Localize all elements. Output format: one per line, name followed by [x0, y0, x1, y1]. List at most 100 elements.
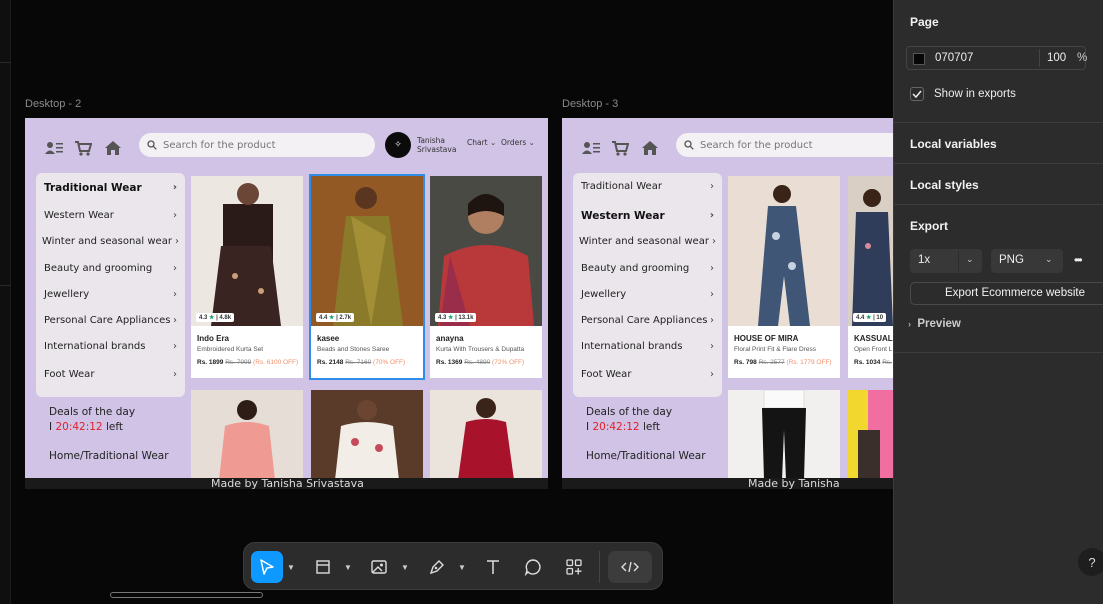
chevron-down-icon: ⌄	[966, 254, 974, 264]
product-image	[728, 176, 840, 326]
product-image[interactable]	[848, 390, 893, 480]
image-icon	[371, 560, 387, 574]
home-icon[interactable]	[104, 140, 122, 156]
product-card[interactable]: 4.4 ★ | 10 KASSUALLY Open Front L Rs. 10…	[848, 176, 893, 378]
category-item[interactable]: Western Wear ›	[44, 210, 177, 221]
cart-icon[interactable]	[74, 140, 92, 156]
search-input[interactable]	[700, 139, 893, 151]
product-brand: KASSUALLY	[854, 334, 893, 343]
frame-tool[interactable]	[307, 551, 339, 583]
image-tool[interactable]	[363, 551, 395, 583]
breadcrumb[interactable]: Home/Traditional Wear	[49, 450, 169, 462]
category-item[interactable]: International brands ›	[44, 341, 177, 352]
search-bar[interactable]	[139, 133, 375, 157]
product-card[interactable]: 4.3 ★ | 13.1k anayna Kurta With Trousers…	[430, 176, 542, 378]
local-variables[interactable]: Local variables	[910, 137, 997, 151]
breadcrumb[interactable]: Home/Traditional Wear	[586, 450, 706, 462]
chevron-right-icon: ›	[712, 236, 716, 247]
product-price: Rs. 798 Rs. 2577 (Rs. 1779 OFF)	[734, 359, 832, 366]
chevron-down-icon[interactable]: ▼	[401, 563, 409, 572]
chart-menu[interactable]: Chart ⌄	[467, 138, 496, 147]
category-item[interactable]: Foot Wear ›	[581, 369, 714, 380]
color-hex[interactable]: 070707	[935, 52, 973, 64]
product-desc: Embroidered Kurta Set	[197, 346, 264, 353]
category-item[interactable]: Foot Wear ›	[44, 369, 177, 380]
deals-of-the-day: Deals of the day I 20:42:12 left	[49, 406, 136, 433]
category-item[interactable]: Winter and seasonal wear ›	[42, 236, 179, 247]
frame-desktop-2[interactable]: ✧ Tanisha Srivastava Chart ⌄ Orders ⌄ Tr…	[25, 118, 548, 489]
show-in-exports-label: Show in exports	[934, 88, 1016, 100]
product-image	[311, 176, 423, 326]
text-tool[interactable]	[477, 551, 509, 583]
category-item[interactable]: Jewellery ›	[581, 289, 714, 300]
orders-menu[interactable]: Orders ⌄	[501, 138, 535, 147]
product-image	[430, 176, 542, 326]
product-card[interactable]: HOUSE OF MIRA Floral Print Fit & Flare D…	[728, 176, 840, 378]
resources-tool[interactable]	[558, 551, 590, 583]
dev-mode-toggle[interactable]	[608, 551, 652, 583]
chevron-right-icon: ›	[173, 369, 177, 380]
category-item[interactable]: Traditional Wear ›	[44, 182, 177, 194]
user-list-icon[interactable]	[45, 140, 63, 156]
more-options-icon[interactable]: •••	[1074, 253, 1082, 267]
chevron-down-icon: ⌄	[1045, 254, 1053, 264]
product-image	[191, 176, 303, 326]
export-scale-select[interactable]: 1x ⌄	[910, 249, 982, 273]
user-list-icon[interactable]	[582, 140, 600, 156]
search-bar[interactable]	[676, 133, 893, 157]
deals-of-the-day: Deals of the day I 20:42:12 left	[586, 406, 673, 433]
export-section-title: Export	[910, 219, 949, 233]
chevron-right-icon: ›	[710, 315, 714, 326]
rating-badge: 4.3 ★ | 13.1k	[435, 313, 477, 322]
design-canvas[interactable]: Desktop - 2 ✧ Tanisha Srivastava Chart ⌄…	[0, 0, 893, 604]
product-desc: Floral Print Fit & Flare Dress	[734, 346, 816, 353]
category-item[interactable]: Beauty and grooming ›	[44, 263, 177, 274]
chevron-down-icon[interactable]: ▼	[458, 563, 466, 572]
category-item[interactable]: Beauty and grooming ›	[581, 263, 714, 274]
category-item[interactable]: Traditional Wear ›	[581, 181, 714, 192]
category-item[interactable]: Personal Care Appliances ›	[44, 315, 177, 326]
category-item[interactable]: Personal Care Appliances ›	[581, 315, 714, 326]
avatar[interactable]: ✧	[385, 132, 411, 158]
frame-desktop-3[interactable]: Traditional Wear› Western Wear› Winter a…	[562, 118, 893, 489]
product-image[interactable]	[191, 390, 303, 480]
cart-icon[interactable]	[611, 140, 629, 156]
chevron-down-icon[interactable]: ▼	[287, 563, 295, 572]
category-item[interactable]: International brands ›	[581, 341, 714, 352]
pen-tool[interactable]	[421, 551, 453, 583]
local-styles[interactable]: Local styles	[910, 178, 979, 192]
product-image[interactable]	[430, 390, 542, 480]
chevron-down-icon[interactable]: ▼	[344, 563, 352, 572]
product-card[interactable]: 4.4 ★ | 2.7k kasee Beads and Stones Sare…	[309, 174, 425, 380]
help-button[interactable]: ?	[1078, 548, 1103, 576]
frame-label[interactable]: Desktop - 3	[562, 98, 618, 110]
export-format-select[interactable]: PNG ⌄	[991, 249, 1063, 273]
chevron-down-icon: ⌄	[528, 138, 535, 147]
product-brand: Indo Era	[197, 334, 230, 343]
product-card[interactable]: 4.3 ★ | 4.8k Indo Era Embroidered Kurta …	[191, 176, 303, 378]
export-button[interactable]: Export Ecommerce website	[910, 282, 1103, 305]
product-image[interactable]	[311, 390, 423, 480]
move-tool[interactable]	[251, 551, 283, 583]
chevron-right-icon: ›	[173, 315, 177, 326]
chevron-right-icon: ›	[709, 210, 714, 221]
horizontal-scrollbar[interactable]	[110, 592, 263, 598]
category-item[interactable]: Western Wear ›	[581, 210, 714, 222]
color-swatch[interactable]	[913, 53, 925, 65]
preview-toggle[interactable]: › Preview	[908, 318, 961, 330]
category-item[interactable]: Jewellery ›	[44, 289, 177, 300]
chevron-right-icon: ›	[710, 341, 714, 352]
chevron-right-icon: ›	[175, 236, 179, 247]
home-icon[interactable]	[641, 140, 659, 156]
product-image[interactable]	[728, 390, 840, 480]
comment-tool[interactable]	[517, 551, 549, 583]
background-color-field[interactable]: 070707 100 %	[906, 46, 1087, 70]
chevron-right-icon: ›	[173, 341, 177, 352]
frame-label[interactable]: Desktop - 2	[25, 98, 81, 110]
frame-footer: Made by Tanisha Srivastava	[25, 478, 548, 489]
search-input[interactable]	[163, 139, 363, 151]
chevron-right-icon: ›	[173, 263, 177, 274]
show-in-exports-checkbox[interactable]	[910, 87, 924, 101]
category-item[interactable]: Winter and seasonal wear ›	[579, 236, 716, 247]
opacity-value[interactable]: 100	[1047, 52, 1066, 64]
